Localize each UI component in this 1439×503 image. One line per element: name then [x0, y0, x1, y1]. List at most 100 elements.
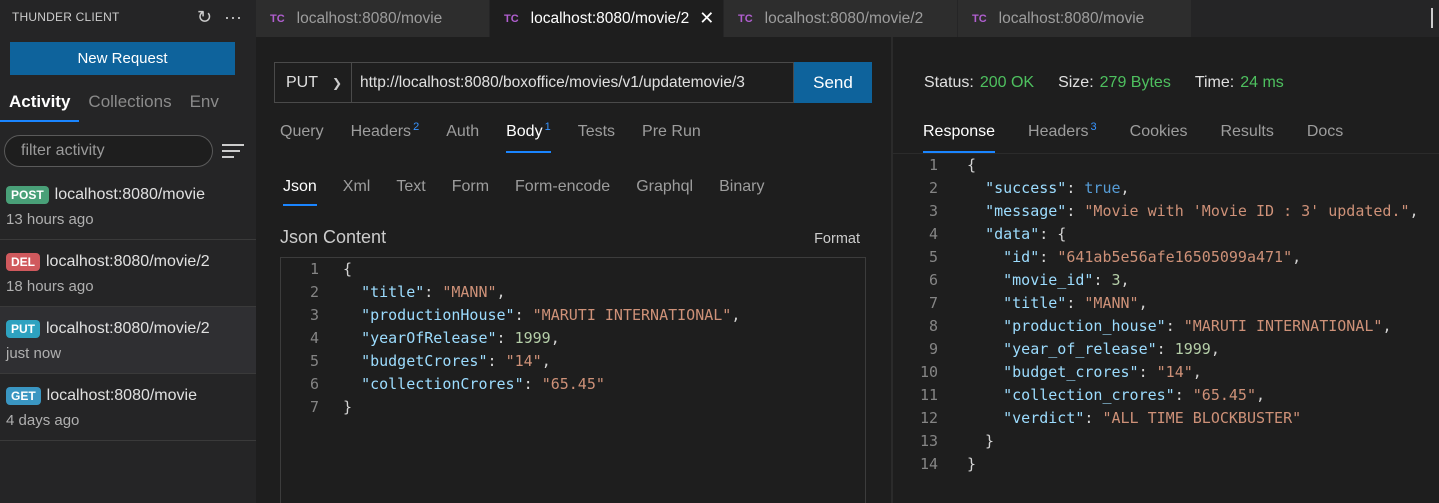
sidebar-actions: ↻ ···	[197, 6, 242, 28]
history-item-url: localhost:8080/movie/2	[46, 253, 210, 270]
filter-menu-icon[interactable]	[222, 143, 244, 159]
history-item-url: localhost:8080/movie	[46, 387, 197, 404]
json-content-label: Json Content	[280, 227, 387, 247]
body-tab-xml[interactable]: Xml	[343, 178, 371, 206]
code-text: "data": {	[985, 225, 1067, 243]
url-input[interactable]	[352, 62, 794, 103]
tab-response[interactable]: Response	[923, 123, 996, 153]
line-number: 6	[309, 375, 319, 393]
send-button[interactable]: Send	[794, 62, 872, 103]
line-number: 10	[919, 363, 938, 381]
body-tab-form[interactable]: Form	[452, 178, 489, 206]
editor-tab-label: localhost:8080/movie/2	[764, 9, 924, 27]
tab-label: Headers	[350, 123, 412, 140]
code-line: 5 "budgetCrores": "14",	[281, 350, 865, 373]
code-text: }	[967, 455, 977, 473]
tab-query[interactable]: Query	[280, 123, 324, 153]
sidebar: THUNDER CLIENT ↻ ··· New Request Activit…	[0, 0, 256, 503]
history-item-url: localhost:8080/movie	[54, 186, 205, 203]
code-line: 8 "production_house": "MARUTI INTERNATIO…	[893, 315, 1439, 338]
sidebar-tab-env[interactable]: Env	[181, 86, 228, 122]
tab-response-headers[interactable]: Headers 3	[1028, 121, 1097, 153]
body-tab-graphql[interactable]: Graphql	[636, 178, 693, 206]
tab-label: Headers	[1028, 123, 1089, 140]
line-number: 7	[309, 398, 319, 416]
editor-tab[interactable]: TC localhost:8080/movie	[958, 0, 1192, 37]
editor-tab[interactable]: TC localhost:8080/movie/2	[724, 0, 958, 37]
code-text: }	[343, 398, 353, 416]
code-text: {	[967, 156, 977, 174]
method-select[interactable]: PUT ❯	[274, 62, 352, 103]
tab-docs[interactable]: Docs	[1307, 123, 1343, 153]
response-body-viewer[interactable]: 1{2 "success": true, 3 "message": "Movie …	[893, 153, 1439, 476]
thunder-client-icon: TC	[270, 12, 285, 25]
code-text: "title": "MANN",	[361, 283, 506, 301]
code-text: "budget_crores": "14",	[1003, 363, 1202, 381]
code-text: "id": "641ab5e56afe16505099a471",	[1003, 248, 1302, 266]
refresh-icon[interactable]: ↻	[197, 6, 212, 28]
sidebar-tabs: Activity Collections Env	[0, 86, 228, 122]
line-number: 5	[309, 352, 319, 370]
code-text: }	[967, 432, 995, 450]
line-number: 4	[928, 225, 938, 243]
method-badge: DEL	[6, 253, 40, 271]
more-actions-icon[interactable]: ···	[224, 6, 242, 28]
line-number: 3	[928, 202, 938, 220]
tab-count-badge: 1	[544, 121, 551, 133]
line-number: 14	[919, 455, 938, 473]
code-line: 11 "collection_crores": "65.45",	[893, 384, 1439, 407]
history-item-url: localhost:8080/movie/2	[46, 320, 210, 337]
tab-label: Response	[923, 123, 996, 140]
line-number: 1	[309, 260, 319, 278]
format-button[interactable]: Format	[814, 231, 860, 247]
response-status-row: Status: 200 OK Size: 279 Bytes Time: 24 …	[924, 74, 1308, 92]
tab-body[interactable]: Body 1	[506, 121, 551, 153]
body-tab-form-encode[interactable]: Form-encode	[515, 178, 610, 206]
code-text: "budgetCrores": "14",	[361, 352, 551, 370]
body-tab-binary[interactable]: Binary	[719, 178, 764, 206]
code-line: 1{	[281, 258, 865, 281]
close-icon[interactable]: ✕	[699, 8, 714, 29]
json-body-editor[interactable]: 1{2 "title": "MANN", 3 "productionHouse":…	[280, 257, 866, 503]
sidebar-tab-collections[interactable]: Collections	[79, 86, 180, 122]
line-number: 9	[928, 340, 938, 358]
code-line: 5 "id": "641ab5e56afe16505099a471",	[893, 246, 1439, 269]
line-number: 8	[928, 317, 938, 335]
thunder-client-icon: TC	[738, 12, 753, 25]
code-line: 7 "title": "MANN",	[893, 292, 1439, 315]
time-label: Time:	[1194, 74, 1235, 91]
history-item[interactable]: PUT localhost:8080/movie/2 just now	[0, 307, 256, 374]
run-icon[interactable]	[1431, 8, 1439, 28]
tab-pre-run[interactable]: Pre Run	[642, 123, 701, 153]
history-item[interactable]: POST localhost:8080/movie 13 hours ago	[0, 173, 256, 240]
line-number: 2	[928, 179, 938, 197]
sidebar-tab-activity[interactable]: Activity	[0, 86, 80, 122]
line-number: 7	[928, 294, 938, 312]
body-tab-json[interactable]: Json	[283, 178, 317, 206]
tab-auth[interactable]: Auth	[446, 123, 479, 153]
history-item[interactable]: GET localhost:8080/movie 4 days ago	[0, 374, 256, 441]
code-text: "yearOfRelease": 1999,	[361, 329, 560, 347]
editor-tab-active[interactable]: TC localhost:8080/movie/2 ✕	[490, 0, 724, 37]
editor-tab-label: localhost:8080/movie	[296, 9, 443, 27]
filter-activity-input[interactable]	[4, 135, 213, 167]
code-text: "collection_crores": "65.45",	[1003, 386, 1266, 404]
code-line: 6 "movie_id": 3,	[893, 269, 1439, 292]
thunder-client-icon: TC	[972, 12, 987, 25]
history-item[interactable]: DEL localhost:8080/movie/2 18 hours ago	[0, 240, 256, 307]
request-pane: PUT ❯ Send Query Headers2 Auth Body1 Tes…	[256, 37, 891, 503]
tab-results[interactable]: Results	[1220, 123, 1273, 153]
new-request-button[interactable]: New Request	[10, 42, 235, 75]
url-bar: PUT ❯ Send	[274, 62, 872, 103]
body-tab-text[interactable]: Text	[396, 178, 425, 206]
tab-label: Tests	[577, 123, 616, 140]
editor-tab[interactable]: TC localhost:8080/movie	[256, 0, 490, 37]
code-line: 2 "success": true,	[893, 177, 1439, 200]
line-number: 11	[919, 386, 938, 404]
code-line: 3 "message": "Movie with 'Movie ID : 3' …	[893, 200, 1439, 223]
tab-cookies[interactable]: Cookies	[1130, 123, 1188, 153]
tab-headers[interactable]: Headers 2	[350, 121, 420, 153]
line-number: 6	[928, 271, 938, 289]
tab-tests[interactable]: Tests	[578, 123, 615, 153]
method-badge: PUT	[6, 320, 40, 338]
